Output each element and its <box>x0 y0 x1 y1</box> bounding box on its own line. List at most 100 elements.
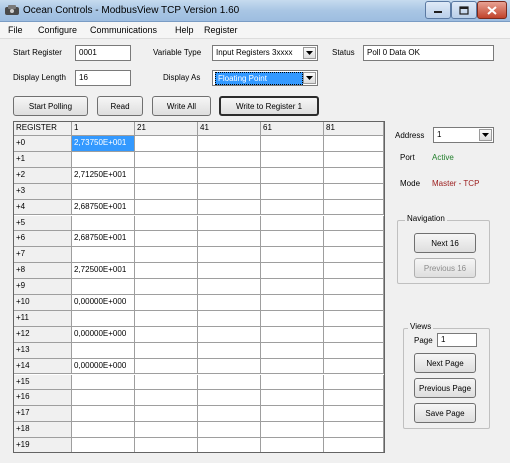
grid-cell[interactable] <box>72 247 135 264</box>
grid-cell[interactable] <box>324 406 384 423</box>
grid-cell[interactable] <box>198 199 261 216</box>
grid-cell[interactable] <box>135 342 198 359</box>
grid-cell[interactable] <box>198 183 261 200</box>
grid-cell[interactable] <box>198 247 261 264</box>
display-as-select[interactable]: Floating Point <box>212 70 318 86</box>
write-all-button[interactable]: Write All <box>152 96 211 116</box>
grid-cell[interactable] <box>198 438 261 452</box>
grid-cell[interactable] <box>261 390 324 407</box>
grid-cell[interactable] <box>261 151 324 168</box>
grid-cell[interactable] <box>261 374 324 391</box>
grid-cell[interactable] <box>261 326 324 343</box>
grid-cell[interactable] <box>324 310 384 327</box>
grid-cell[interactable] <box>198 136 261 152</box>
display-length-input[interactable]: 16 <box>75 70 131 86</box>
grid-cell[interactable] <box>198 406 261 423</box>
grid-cell[interactable] <box>198 295 261 311</box>
read-button[interactable]: Read <box>97 96 143 116</box>
grid-cell[interactable] <box>261 231 324 248</box>
grid-cell[interactable] <box>135 422 198 439</box>
grid-cell[interactable] <box>72 390 135 407</box>
menu-help[interactable]: Help <box>175 25 194 35</box>
grid-cell[interactable]: 2,68750E+001 <box>72 231 135 248</box>
grid-cell[interactable] <box>324 136 384 152</box>
chevron-down-icon[interactable] <box>303 47 316 59</box>
grid-cell[interactable] <box>198 390 261 407</box>
grid-cell[interactable] <box>261 406 324 423</box>
maximize-button[interactable] <box>451 1 477 19</box>
grid-cell[interactable] <box>261 279 324 295</box>
grid-cell[interactable]: 2,73750E+001 <box>72 136 135 152</box>
grid-cell[interactable] <box>324 326 384 343</box>
minimize-button[interactable] <box>425 1 451 19</box>
grid-cell[interactable] <box>324 215 384 232</box>
grid-cell[interactable] <box>198 326 261 343</box>
grid-cell[interactable] <box>135 310 198 327</box>
grid-cell[interactable] <box>261 342 324 359</box>
previous-page-button[interactable]: Previous Page <box>414 378 476 398</box>
start-polling-button[interactable]: Start Polling <box>13 96 88 116</box>
grid-cell[interactable] <box>135 279 198 295</box>
grid-cell[interactable] <box>261 295 324 311</box>
chevron-down-icon[interactable] <box>303 72 316 84</box>
grid-cell[interactable] <box>261 438 324 452</box>
grid-cell[interactable] <box>135 263 198 280</box>
menu-configure[interactable]: Configure <box>38 25 77 35</box>
register-grid[interactable]: REGISTER 1 21 41 61 81 +0 2,73750E+001 +1 +2 2,712… <box>13 121 385 453</box>
previous-16-button[interactable]: Previous 16 <box>414 258 476 278</box>
grid-cell[interactable] <box>324 151 384 168</box>
grid-cell[interactable] <box>135 151 198 168</box>
menu-communications[interactable]: Communications <box>90 25 157 35</box>
chevron-down-icon[interactable] <box>479 129 492 141</box>
grid-cell[interactable] <box>261 136 324 152</box>
grid-cell[interactable] <box>198 263 261 280</box>
grid-cell[interactable] <box>261 263 324 280</box>
grid-cell[interactable] <box>72 215 135 232</box>
grid-cell[interactable]: 2,71250E+001 <box>72 167 135 184</box>
grid-cell[interactable]: 2,72500E+001 <box>72 263 135 280</box>
grid-cell[interactable] <box>324 358 384 375</box>
grid-cell[interactable]: 0,00000E+000 <box>72 326 135 343</box>
grid-cell[interactable] <box>261 247 324 264</box>
next-16-button[interactable]: Next 16 <box>414 233 476 253</box>
grid-cell[interactable] <box>72 374 135 391</box>
grid-cell[interactable] <box>198 310 261 327</box>
grid-cell[interactable] <box>72 406 135 423</box>
grid-cell[interactable] <box>261 358 324 375</box>
grid-cell[interactable] <box>198 231 261 248</box>
grid-cell[interactable] <box>135 199 198 216</box>
grid-cell[interactable] <box>261 199 324 216</box>
grid-cell[interactable] <box>198 151 261 168</box>
grid-cell[interactable] <box>135 326 198 343</box>
grid-cell[interactable] <box>72 151 135 168</box>
grid-cell[interactable] <box>324 295 384 311</box>
grid-cell[interactable] <box>72 183 135 200</box>
grid-cell[interactable] <box>135 374 198 391</box>
grid-cell[interactable] <box>324 390 384 407</box>
grid-cell[interactable] <box>324 231 384 248</box>
variable-type-select[interactable]: Input Registers 3xxxx <box>212 45 318 61</box>
close-button[interactable] <box>477 1 507 19</box>
grid-cell[interactable] <box>261 422 324 439</box>
grid-cell[interactable] <box>135 438 198 452</box>
next-page-button[interactable]: Next Page <box>414 353 476 373</box>
grid-cell[interactable] <box>324 247 384 264</box>
grid-cell[interactable] <box>135 183 198 200</box>
menu-register[interactable]: Register <box>204 25 238 35</box>
grid-cell[interactable]: 0,00000E+000 <box>72 295 135 311</box>
grid-cell[interactable] <box>198 279 261 295</box>
grid-cell[interactable] <box>72 310 135 327</box>
grid-cell[interactable] <box>135 406 198 423</box>
grid-cell[interactable] <box>135 136 198 152</box>
grid-cell[interactable] <box>261 183 324 200</box>
grid-cell[interactable] <box>324 342 384 359</box>
grid-cell[interactable] <box>72 279 135 295</box>
grid-cell[interactable] <box>324 438 384 452</box>
grid-cell[interactable] <box>135 247 198 264</box>
start-register-input[interactable]: 0001 <box>75 45 131 61</box>
write-to-register-button[interactable]: Write to Register 1 <box>219 96 319 116</box>
grid-cell[interactable] <box>261 310 324 327</box>
grid-cell[interactable] <box>72 342 135 359</box>
grid-cell[interactable] <box>198 422 261 439</box>
grid-cell[interactable] <box>135 167 198 184</box>
